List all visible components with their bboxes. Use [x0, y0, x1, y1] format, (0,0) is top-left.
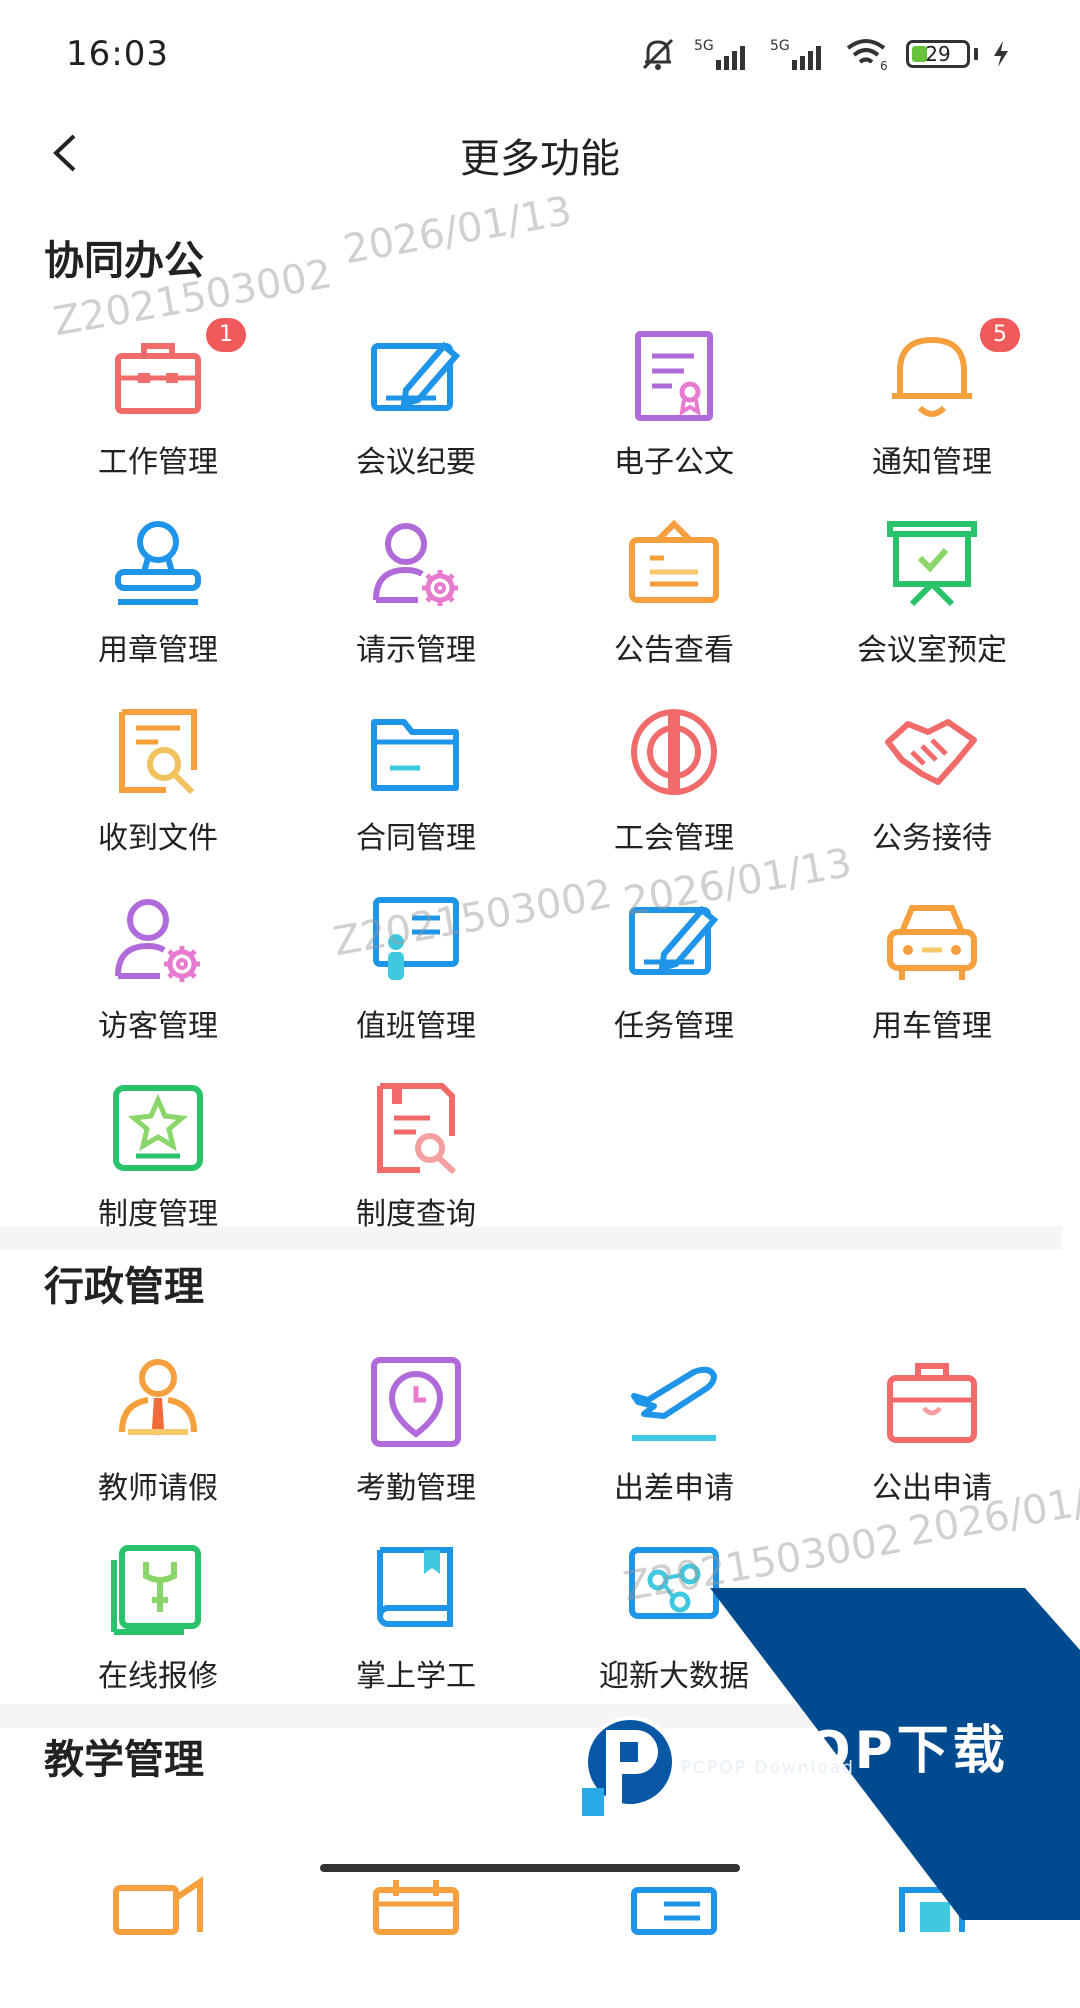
bell-icon [892, 336, 972, 417]
page-title: 更多功能 [460, 136, 620, 182]
pcpop-logo-icon [582, 1716, 676, 1816]
grid-item-0-5[interactable]: 请示管理 [296, 514, 536, 684]
stamp-icon [115, 521, 201, 605]
bag-icon [887, 1363, 977, 1443]
book-icon [377, 1547, 453, 1627]
folder-icon [371, 719, 459, 791]
grid-item-label: 值班管理 [356, 1009, 476, 1044]
grid-item-2-0[interactable] [38, 1838, 278, 2008]
grid-item-label: 考勤管理 [356, 1471, 476, 1506]
signal-1-label: 5G [694, 38, 714, 54]
grid-item-0-2[interactable]: 电子公文 [554, 326, 794, 496]
grid-item-label: 出差申请 [614, 1471, 734, 1506]
grid-item-0-16[interactable]: 制度管理 [38, 1078, 278, 1248]
teacher-icon [119, 1359, 197, 1436]
grid-item-label: 工作管理 [98, 445, 218, 480]
grid-item-label: 请示管理 [356, 633, 476, 668]
document-icon [899, 1887, 965, 1932]
grid-item-1-4[interactable]: 在线报修 [38, 1540, 278, 1710]
notification-badge: 1 [206, 318, 246, 352]
airplane-icon [631, 1366, 717, 1441]
file-search-icon [119, 709, 197, 795]
grid-item-0-1[interactable]: 会议纪要 [296, 326, 536, 496]
status-bar: 16:03 5G 5G 6 29 [0, 0, 1080, 110]
status-icons: 5G 5G 6 29 [638, 34, 1010, 74]
video-camera-icon [113, 1876, 203, 1935]
battery-icon: 29 [906, 40, 970, 68]
grid-item-label: 工会管理 [614, 821, 734, 856]
grid-item-2-3[interactable] [812, 1838, 1052, 2008]
grid-item-0-7[interactable]: 会议室预定 [812, 514, 1052, 684]
grid-item-label: 通知管理 [872, 445, 992, 480]
user-gear-icon [373, 523, 458, 606]
signal-2-label: 5G [770, 38, 790, 54]
grid-item-0-3[interactable]: 通知管理 5 [812, 318, 1052, 496]
grid-item-label: 用章管理 [98, 633, 218, 668]
announcement-board-icon [629, 519, 719, 603]
charging-icon [994, 41, 1008, 67]
battery-tip [974, 48, 978, 60]
wifi-level: 6 [880, 59, 888, 72]
grid-item-label: 教师请假 [98, 1471, 218, 1506]
grid-item-label: 任务管理 [614, 1009, 734, 1044]
grid-item-label: 访客管理 [98, 1009, 218, 1044]
grid-item-0-15[interactable]: 用车管理 [812, 890, 1052, 1060]
signal-5g-icon-2: 5G [770, 38, 821, 70]
grid-item-0-6[interactable]: 公告查看 [554, 514, 794, 684]
grid-item-1-2[interactable]: 出差申请 [554, 1352, 794, 1522]
grid-item-label: 用车管理 [872, 1009, 992, 1044]
clock-pin-icon [371, 1357, 461, 1447]
union-emblem-icon [631, 709, 717, 795]
document-certificate-icon [635, 331, 713, 421]
star-frame-icon [113, 1085, 203, 1171]
section-title-teaching: 教学管理 [44, 1737, 204, 1783]
repair-icon [111, 1545, 201, 1635]
user-gear-icon [115, 899, 200, 982]
grid-item-0-4[interactable]: 用章管理 [38, 514, 278, 684]
edit-icon [371, 341, 461, 411]
grid-item-label: 合同管理 [356, 821, 476, 856]
briefcase-icon [115, 343, 201, 414]
document-search-icon [377, 1083, 457, 1175]
list-icon [631, 1887, 717, 1935]
grid-item-label: 制度管理 [98, 1197, 218, 1232]
grid-item-label: 掌上学工 [356, 1659, 476, 1694]
presentation-check-icon [887, 521, 977, 607]
grid-item-1-0[interactable]: 教师请假 [38, 1352, 278, 1522]
handshake-icon [885, 719, 977, 785]
section-title-admin: 行政管理 [44, 1264, 204, 1310]
signal-5g-icon: 5G [694, 38, 745, 70]
grid-item-label: 收到文件 [98, 821, 218, 856]
status-time: 16:03 [66, 34, 169, 74]
grid-item-label: 公告查看 [614, 633, 734, 668]
car-icon [887, 905, 977, 980]
home-indicator[interactable] [320, 1864, 740, 1872]
calendar-icon [373, 1880, 459, 1935]
grid-item-0-10[interactable]: 工会管理 [554, 702, 794, 872]
grid-item-0-12[interactable]: 访客管理 [38, 890, 278, 1060]
grid-item-0-17[interactable]: 制度查询 [296, 1078, 536, 1248]
grid-item-label: 会议纪要 [356, 445, 476, 480]
grid-item-0-8[interactable]: 收到文件 [38, 702, 278, 872]
grid-item-label: 会议室预定 [857, 633, 1007, 668]
wifi-icon: 6 [846, 39, 888, 72]
notification-badge: 5 [980, 318, 1020, 352]
grid-item-1-1[interactable]: 考勤管理 [296, 1352, 536, 1522]
grid-item-0-9[interactable]: 合同管理 [296, 702, 536, 872]
battery-level: 29 [925, 42, 951, 66]
bell-off-icon [642, 38, 674, 70]
grid-item-0-0[interactable]: 工作管理 1 [38, 318, 278, 496]
promo-sub-text: PCPOP Download [681, 1758, 855, 1778]
grid-item-1-5[interactable]: 掌上学工 [296, 1540, 536, 1710]
grid-item-label: 迎新大数据 [599, 1659, 749, 1694]
grid-item-label: 制度查询 [356, 1197, 476, 1232]
grid-item-label: 电子公文 [614, 445, 734, 480]
grid-item-label: 在线报修 [98, 1659, 218, 1694]
